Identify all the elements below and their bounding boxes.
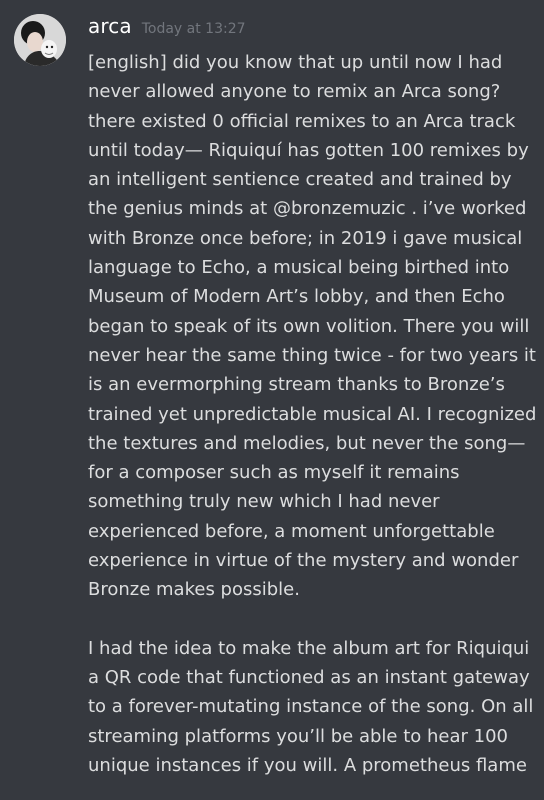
avatar-image [14, 14, 66, 66]
message-body: [english] did you know that up until now… [88, 48, 538, 780]
avatar[interactable] [14, 14, 66, 66]
message-paragraph: [english] did you know that up until now… [88, 52, 537, 601]
timestamp[interactable]: Today at 13:27 [142, 21, 246, 37]
username[interactable]: arca [88, 14, 132, 38]
message-paragraph: I had the idea to make the album art for… [88, 637, 534, 776]
chat-message: arca Today at 13:27 [english] did you kn… [0, 0, 544, 800]
message-header: arca Today at 13:27 [88, 14, 538, 40]
message-content: arca Today at 13:27 [english] did you kn… [88, 14, 538, 780]
